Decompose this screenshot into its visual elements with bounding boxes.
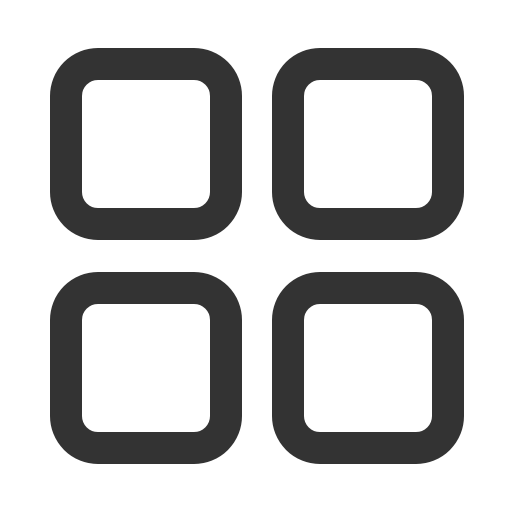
grid-cell-bottom-right [272, 272, 464, 464]
grid-cell-bottom-left [50, 272, 242, 464]
icon-canvas [0, 0, 512, 512]
grid-icon [50, 48, 464, 464]
grid-cell-top-left [50, 48, 242, 240]
grid-cell-top-right [272, 48, 464, 240]
